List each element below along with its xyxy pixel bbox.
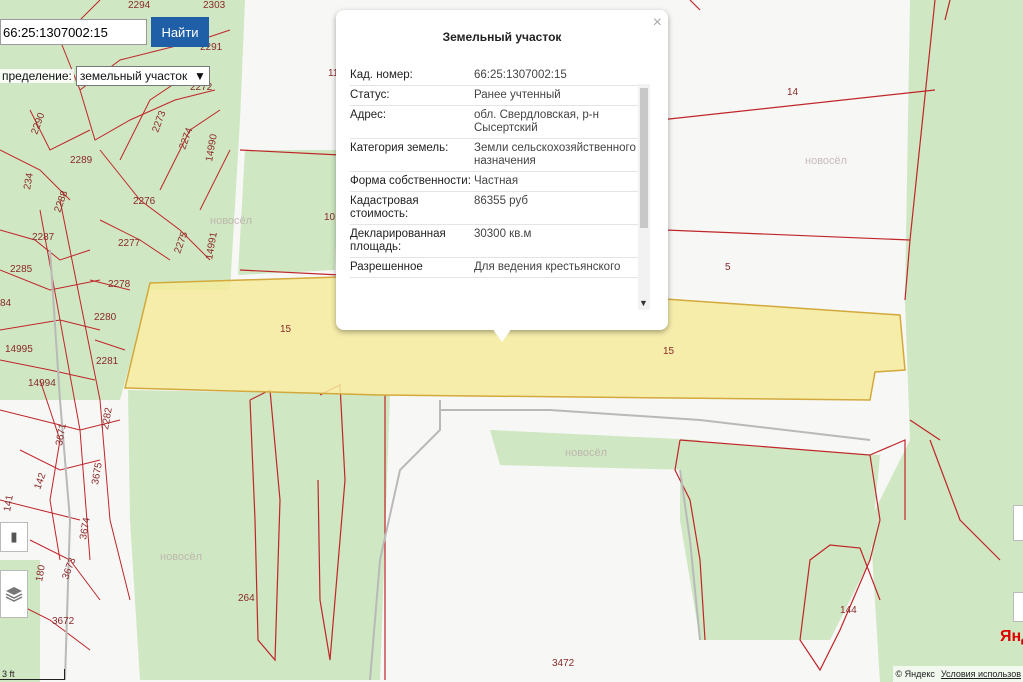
info-value: Для ведения крестьянского xyxy=(474,261,621,273)
parcel-label: 3672 xyxy=(52,616,75,627)
ruler-icon: ▮ xyxy=(10,529,18,544)
info-key: Категория земель: xyxy=(350,142,449,154)
parcel-label: 264 xyxy=(238,593,255,604)
map-scale: 3 ft xyxy=(0,669,65,680)
info-value: 30300 кв.м xyxy=(474,228,532,240)
popup-rows: Кад. номер: 66:25:1307002:15 Статус: Ранее… xyxy=(350,66,644,316)
parcel-label: 2280 xyxy=(94,312,117,323)
parcel-label: 14995 xyxy=(5,344,33,355)
info-row: Статус: Ранее учтенный xyxy=(350,86,644,106)
ruler-tool-button[interactable]: ▮ xyxy=(0,522,28,552)
terms-link[interactable]: Условия использов xyxy=(941,669,1021,679)
parcel-label: 14 xyxy=(787,87,799,98)
info-row: Декларированная площадь: 30300 кв.м xyxy=(350,225,644,258)
parcel-label: 2287 xyxy=(32,232,55,243)
parcel-label: 2277 xyxy=(118,238,141,249)
info-key: Декларированная площадь: xyxy=(350,228,446,253)
info-key: Кадастровая стоимость: xyxy=(350,195,419,220)
info-key: Кад. номер: xyxy=(350,69,413,81)
layers-button[interactable] xyxy=(0,570,28,618)
parcel-info-popup: × Земельный участок Кад. номер: 66:25:130… xyxy=(336,10,668,330)
parcel-label: 2281 xyxy=(96,356,119,367)
info-value: 86355 руб xyxy=(474,195,528,207)
parcel-label: 84 xyxy=(0,298,12,309)
info-value: Частная xyxy=(474,175,519,187)
copyright-text: © Яндекс xyxy=(895,669,935,679)
parcel-label: 14994 xyxy=(28,378,56,389)
info-row: Категория земель: Земли сельскохозяйствен… xyxy=(350,139,644,172)
scroll-down-icon[interactable]: ▼ xyxy=(639,298,648,308)
parcel-label: 15 xyxy=(663,346,675,357)
popup-scrollbar[interactable]: ▼ xyxy=(638,84,650,310)
watermark: новосёл xyxy=(210,215,252,227)
info-row: Адрес: обл. Свердловская, р-н Сысертский xyxy=(350,106,644,139)
object-type-select[interactable]: земельный участок ▼ xyxy=(75,66,210,86)
zoom-control[interactable] xyxy=(1013,592,1023,622)
info-row: Разрешенное Для ведения крестьянского xyxy=(350,258,644,278)
parcel-label: 144 xyxy=(840,605,857,616)
info-value: Земли сельскохозяйственного назначения xyxy=(474,142,636,167)
yandex-logo: Янд xyxy=(1000,628,1023,645)
info-value: обл. Свердловская, р-н Сысертский xyxy=(474,109,599,134)
parcel-label: 2303 xyxy=(203,0,226,11)
parcel-label: 2285 xyxy=(10,264,33,275)
info-row: Кадастровая стоимость: 86355 руб xyxy=(350,192,644,225)
parcel-label: 15 xyxy=(280,324,292,335)
search-bar: Найти xyxy=(0,16,209,48)
scroll-thumb[interactable] xyxy=(640,88,648,228)
watermark: новосёл xyxy=(160,551,202,563)
info-row: Кад. номер: 66:25:1307002:15 xyxy=(350,66,644,86)
parcel-label: 2294 xyxy=(128,0,151,11)
watermark: новосёл xyxy=(565,447,607,459)
info-key: Статус: xyxy=(350,89,390,101)
parcel-label: 2278 xyxy=(108,279,131,290)
parcel-label: 5 xyxy=(725,262,731,273)
parcel-label: 3472 xyxy=(552,658,575,669)
info-key: Форма собственности: xyxy=(350,175,471,187)
layers-icon xyxy=(5,587,23,602)
popup-title: Земельный участок xyxy=(442,30,562,44)
info-key: Разрешенное xyxy=(350,261,423,273)
info-key: Адрес: xyxy=(350,109,387,121)
parcel-label: 2289 xyxy=(70,155,93,166)
filter-label: пределение: xyxy=(0,69,74,83)
info-value: Ранее учтенный xyxy=(474,89,561,101)
zoom-control[interactable] xyxy=(1013,505,1023,541)
info-row: Форма собственности: Частная xyxy=(350,172,644,192)
map-attribution: © Яндекс Условия использов xyxy=(893,666,1023,682)
popup-pointer xyxy=(492,328,512,342)
filter-row: пределение: земельный участок ▼ xyxy=(0,66,210,86)
search-button[interactable]: Найти xyxy=(151,17,209,47)
chevron-down-icon: ▼ xyxy=(193,69,206,83)
info-value: 66:25:1307002:15 xyxy=(474,69,567,81)
parcel-label: 2276 xyxy=(133,196,156,207)
watermark: новосёл xyxy=(805,155,847,167)
object-type-value: земельный участок xyxy=(79,69,188,83)
forest-area xyxy=(128,390,390,680)
parcel-label: 10 xyxy=(324,212,336,223)
cadastral-search-input[interactable] xyxy=(0,19,147,45)
